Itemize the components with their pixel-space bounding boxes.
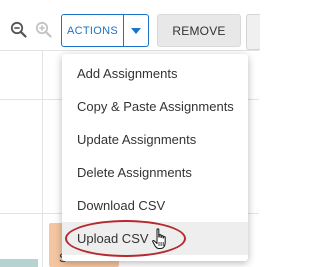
- header-divider: [0, 50, 259, 51]
- zoom-out-icon[interactable]: [10, 21, 27, 38]
- actions-caret-button[interactable]: [124, 15, 148, 46]
- menu-item-delete-assignments[interactable]: Delete Assignments: [62, 156, 248, 189]
- menu-item-add-assignments[interactable]: Add Assignments: [62, 57, 248, 90]
- actions-dropdown[interactable]: ACTIONS: [61, 14, 149, 47]
- menu-item-update-assignments[interactable]: Update Assignments: [62, 123, 248, 156]
- column-divider: [42, 50, 43, 267]
- remove-button[interactable]: REMOVE: [157, 14, 241, 47]
- hand-pointer-icon: [152, 228, 166, 249]
- menu-item-download-csv[interactable]: Download CSV: [62, 189, 248, 222]
- actions-button[interactable]: ACTIONS: [62, 15, 124, 46]
- caret-down-icon: [131, 27, 141, 34]
- partial-button[interactable]: [246, 14, 260, 50]
- zoom-in-icon[interactable]: [35, 21, 52, 38]
- menu-item-copy-paste-assignments[interactable]: Copy & Paste Assignments: [62, 90, 248, 123]
- assignment-card[interactable]: [0, 259, 38, 267]
